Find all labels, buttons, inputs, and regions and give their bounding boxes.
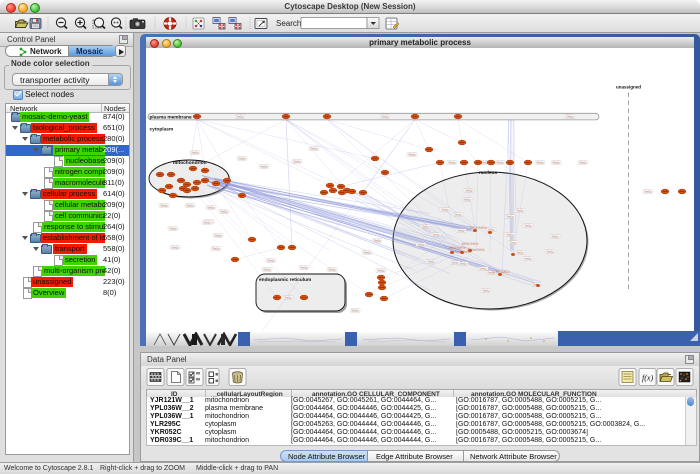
svg-text:Sdh1p,Sdh2p: Sdh1p,Sdh2p (470, 226, 487, 230)
svg-text:Sbd1p: Sbd1p (207, 206, 215, 210)
svg-text:Sbd1p: Sbd1p (186, 204, 194, 208)
svg-text:Sbd1p: Sbd1p (451, 261, 459, 265)
svg-text:Sbd1p: Sbd1p (465, 189, 473, 193)
svg-text:Sbd1p: Sbd1p (267, 259, 275, 263)
svg-text:Sbd1p: Sbd1p (408, 153, 416, 157)
svg-text:Sdh1p,Sdh2p: Sdh1p,Sdh2p (493, 270, 510, 274)
svg-text:Sbd1p: Sbd1p (421, 225, 429, 229)
svg-text:Sbd1p: Sbd1p (441, 208, 449, 212)
svg-text:Sbd1p: Sbd1p (220, 210, 228, 214)
svg-text:Sbd1p: Sbd1p (293, 160, 301, 164)
svg-text:Sbd1p: Sbd1p (328, 268, 336, 272)
svg-text:Sbd1p: Sbd1p (459, 262, 467, 266)
svg-text:endoplasmic reticulum: endoplasmic reticulum (259, 277, 311, 283)
svg-text:Sbd1p: Sbd1p (238, 157, 246, 161)
svg-text:Sbd1p: Sbd1p (551, 235, 559, 239)
svg-text:Sbd1p: Sbd1p (427, 260, 435, 264)
svg-text:Sbd1p: Sbd1p (448, 161, 456, 165)
svg-text:Sbd1p: Sbd1p (260, 165, 268, 169)
svg-text:Sbd1p: Sbd1p (516, 251, 524, 255)
svg-text:Sbd1p: Sbd1p (381, 115, 389, 119)
svg-text:Sbd1p: Sbd1p (214, 234, 222, 238)
svg-text:cytoplasm: cytoplasm (150, 127, 174, 133)
svg-text:Sbd1p: Sbd1p (482, 289, 490, 293)
svg-text:Sbd1p: Sbd1p (203, 221, 211, 225)
svg-text:Sbd1p: Sbd1p (479, 267, 487, 271)
svg-text:Sbd1p: Sbd1p (160, 204, 168, 208)
svg-text:unassigned: unassigned (616, 85, 641, 90)
svg-text:Sbd1p: Sbd1p (454, 213, 462, 217)
svg-text:Sbd1p: Sbd1p (351, 309, 359, 313)
svg-text:Sbd1p: Sbd1p (171, 246, 179, 250)
svg-text:Sbd1p: Sbd1p (496, 161, 504, 165)
svg-text:Sbd1p: Sbd1p (169, 227, 177, 231)
svg-text:Sbd1p: Sbd1p (284, 296, 292, 300)
svg-text:Sbd1p: Sbd1p (579, 161, 587, 165)
svg-text:Sbd1p: Sbd1p (373, 239, 381, 243)
svg-text:Sbd1p: Sbd1p (524, 257, 532, 261)
svg-text:Sbd1p: Sbd1p (191, 151, 199, 155)
svg-text:Sbd1p: Sbd1p (506, 215, 514, 219)
svg-text:Sbd1p: Sbd1p (506, 233, 514, 237)
svg-text:Sbd1p: Sbd1p (417, 243, 425, 247)
svg-text:Sbd1p: Sbd1p (644, 190, 652, 194)
svg-text:Sbd1p: Sbd1p (546, 250, 554, 254)
svg-text:nucleus: nucleus (479, 170, 497, 176)
svg-text:f(x): f(x) (642, 374, 653, 383)
svg-text:Sbd1p: Sbd1p (463, 198, 471, 202)
svg-text:Sbd1p: Sbd1p (300, 266, 308, 270)
svg-text:Sbd1p: Sbd1p (212, 247, 220, 251)
svg-text:Sbd1p: Sbd1p (457, 229, 465, 233)
svg-text:Sbd1p: Sbd1p (552, 161, 560, 165)
svg-text:plasma membrane: plasma membrane (150, 114, 192, 120)
svg-text:Sbd1p: Sbd1p (377, 269, 385, 273)
svg-text:Sbd1p: Sbd1p (236, 115, 244, 119)
svg-text:Sdh1p,Sdh2p: Sdh1p,Sdh2p (449, 246, 466, 250)
svg-text:Sbd1p: Sbd1p (524, 224, 532, 228)
svg-text:Search:: Search: (276, 19, 304, 28)
svg-text:Sbd1p: Sbd1p (310, 147, 318, 151)
svg-text:Sbd1p: Sbd1p (432, 233, 440, 237)
svg-text:Sbd1p: Sbd1p (363, 251, 371, 255)
svg-text:Sbd1p: Sbd1p (487, 228, 495, 232)
svg-text:Sbd1p: Sbd1p (509, 241, 517, 245)
svg-text:Sbd1p: Sbd1p (263, 268, 271, 272)
svg-text:Sbd1p: Sbd1p (566, 115, 574, 119)
svg-text:Sbd1p: Sbd1p (536, 161, 544, 165)
svg-text:Sbd1p: Sbd1p (516, 209, 524, 213)
